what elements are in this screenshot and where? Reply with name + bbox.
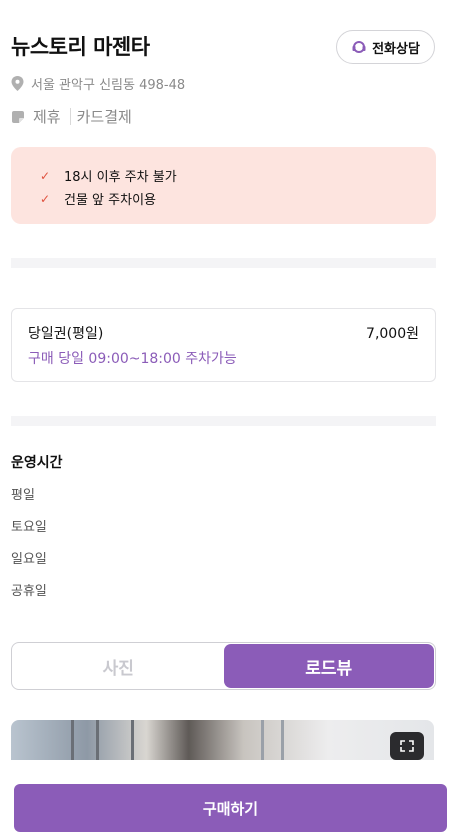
roadview-image[interactable]: [11, 720, 434, 760]
toggle-photo[interactable]: 사진: [13, 644, 224, 688]
expand-button[interactable]: [390, 732, 424, 760]
phone-headset-icon: [352, 41, 366, 53]
notice-item: ✓ 18시 이후 주차 불가: [36, 164, 436, 187]
tag-divider: [69, 108, 71, 125]
map-pin-icon: [11, 76, 24, 91]
notice-text: 18시 이후 주차 불가: [64, 170, 177, 185]
page-title: 뉴스토리 마젠타: [11, 35, 150, 59]
hours-list: 평일 토요일 일요일 공휴일: [11, 484, 47, 612]
toggle-roadview[interactable]: 로드뷰: [223, 644, 434, 688]
address-text: 서울 관악구 신림동 498-48: [31, 78, 186, 93]
ticket-card[interactable]: 당일권(평일) 7,000원 구매 당일 09:00~18:00 주차가능: [11, 308, 436, 382]
hours-day-weekday: 평일: [11, 488, 35, 503]
section-divider: [11, 416, 436, 426]
expand-icon: [400, 740, 414, 752]
hours-day-sunday: 일요일: [11, 552, 47, 567]
notice-box: ✓ 18시 이후 주차 불가 ✓ 건물 앞 주차이용: [11, 147, 436, 224]
address-row: 서울 관악구 신림동 498-48: [11, 74, 185, 93]
ticket-price: 7,000원: [366, 326, 419, 342]
ticket-name: 당일권(평일): [28, 326, 104, 342]
view-toggle: 사진 로드뷰: [11, 642, 436, 690]
tag-row: 제휴 카드결제: [11, 106, 132, 127]
notice-text: 건물 앞 주차이용: [64, 193, 156, 208]
section-divider: [11, 258, 436, 268]
check-icon: ✓: [39, 168, 51, 183]
notice-item: ✓ 건물 앞 주차이용: [36, 187, 436, 210]
card-tag-icon: [12, 110, 24, 123]
tag-card-payment: 카드결제: [76, 108, 132, 126]
hours-title: 운영시간: [11, 455, 63, 471]
tag-partner: 제휴: [33, 108, 61, 126]
call-consult-button[interactable]: 전화상담: [336, 30, 435, 64]
call-button-label: 전화상담: [372, 41, 420, 57]
ticket-description: 구매 당일 09:00~18:00 주차가능: [28, 351, 237, 367]
check-icon: ✓: [39, 191, 51, 206]
hours-day-holiday: 공휴일: [11, 584, 47, 599]
buy-button[interactable]: 구매하기: [14, 784, 447, 832]
hours-day-saturday: 토요일: [11, 520, 47, 535]
